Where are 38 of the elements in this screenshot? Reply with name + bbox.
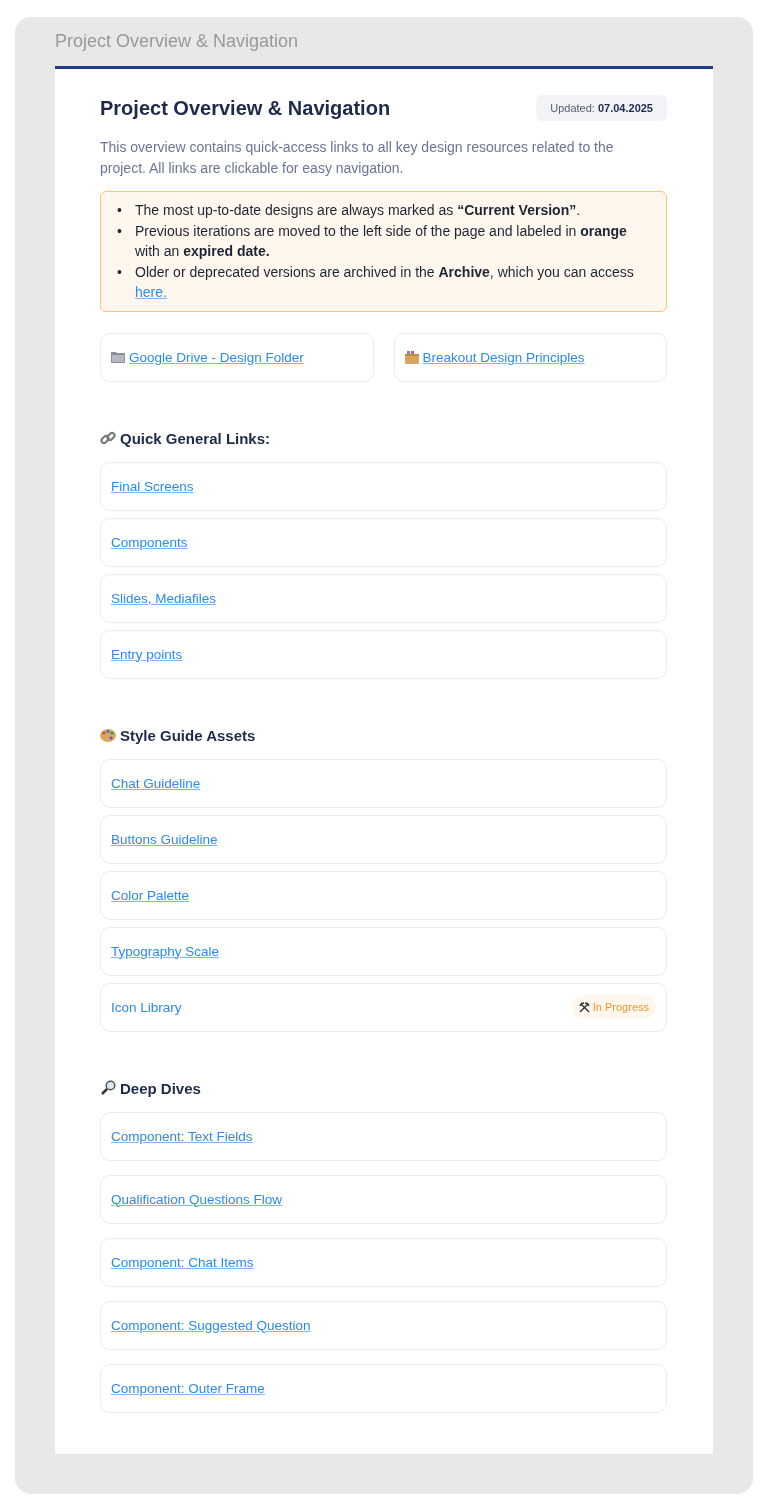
resource-link[interactable]: Slides, Mediafiles [111, 590, 217, 606]
resource-link[interactable]: Buttons Guideline [111, 831, 218, 847]
hammer-pick-icon [578, 1001, 590, 1013]
resource-link[interactable]: Typography Scale [111, 943, 220, 959]
resource-link[interactable]: Components [111, 534, 188, 550]
here-link[interactable]: here. [135, 284, 167, 300]
resource-link[interactable]: Google Drive - Design Folder [111, 349, 304, 365]
chain-link-icon [100, 430, 116, 446]
bullet-mark: • [117, 221, 123, 241]
resource-label: Icon Library [111, 999, 182, 1015]
description-text: This overview contains quick-access links to all key design resources related to the project. All links are clickable for easy navigation. [100, 138, 615, 178]
resource-link[interactable]: Component: Suggested Question [111, 1317, 311, 1333]
notice-text: Older or deprecated versions are archived in the Archive, which you can access here. [135, 262, 635, 302]
resource-link[interactable]: Chat Guideline [111, 775, 201, 791]
updated-date: 07.04.2025 [597, 102, 653, 114]
status-badge: In Progress [571, 995, 656, 1019]
folder-icon [111, 351, 125, 363]
resource-link[interactable]: Component: Text Fields [111, 1128, 253, 1144]
updated-label: Updated: [550, 102, 595, 114]
notice-text: The most up-to-date designs are always marked as “Current Version”. [135, 201, 582, 220]
magnifier-icon [100, 1080, 116, 1096]
section-heading: Quick General Links: [120, 429, 271, 447]
resource-link[interactable]: Component: Chat Items [111, 1254, 254, 1270]
resource-link[interactable]: Color Palette [111, 887, 190, 903]
resource-link[interactable]: Qualification Questions Flow [111, 1191, 283, 1207]
notice-text: Previous iterations are moved to the left side of the page and labeled in orange with an expired date. [135, 221, 628, 261]
section-heading: Deep Dives [120, 1079, 201, 1097]
resource-link[interactable]: Final Screens [111, 478, 194, 494]
window-title: Project Overview & Navigation [55, 30, 300, 53]
palette-icon [100, 727, 116, 743]
resource-link[interactable]: Breakout Design Principles [404, 349, 585, 365]
bullet-mark: • [117, 262, 123, 282]
resource-link[interactable]: Entry points [111, 646, 183, 662]
bullet-mark: • [117, 201, 123, 220]
section-heading: Style Guide Assets [120, 726, 256, 744]
box-icon [404, 350, 419, 364]
page-title: Project Overview & Navigation [100, 96, 391, 120]
resource-link[interactable]: Component: Outer Frame [111, 1380, 265, 1396]
